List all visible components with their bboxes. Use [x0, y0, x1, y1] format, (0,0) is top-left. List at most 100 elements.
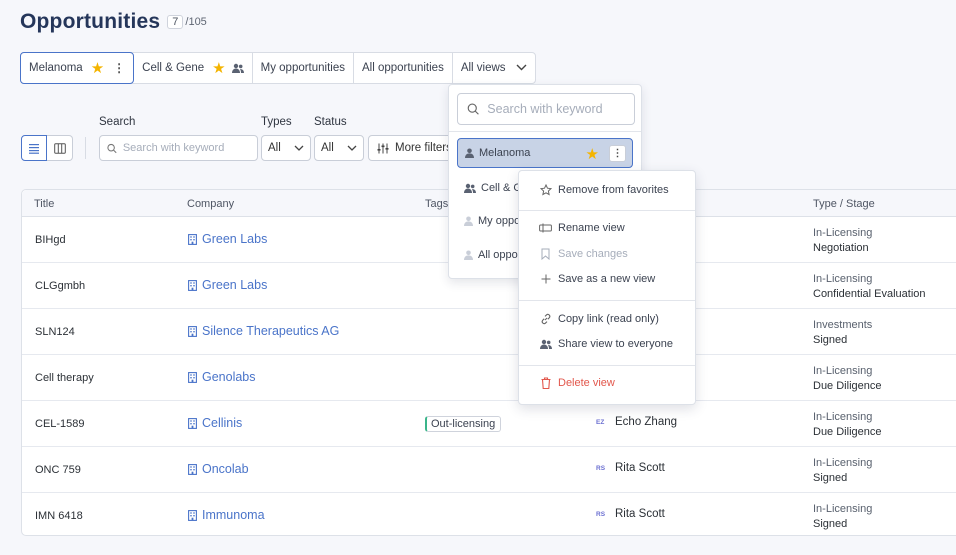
row-title: IMN 6418	[35, 510, 83, 522]
save-as-new-view-item[interactable]: Save as a new view	[539, 273, 655, 285]
row-title: BIHgd	[35, 234, 66, 246]
company-name: Immunoma	[202, 508, 265, 522]
row-type: In-Licensing	[813, 365, 873, 377]
all-views-dropdown[interactable]: All views	[453, 53, 535, 83]
search-input[interactable]	[122, 142, 257, 154]
share-view-item[interactable]: Share view to everyone	[539, 338, 673, 350]
menu-item-label: Share view to everyone	[558, 338, 673, 350]
more-filters-label: More filters	[395, 142, 452, 154]
star-icon[interactable]: ★	[91, 61, 104, 76]
menu-item-label: Rename view	[558, 222, 625, 234]
row-company-link[interactable]: Green Labs	[188, 278, 267, 292]
chevron-down-icon	[294, 145, 304, 151]
tab-label: Cell & Gene	[142, 62, 205, 74]
row-type: In-Licensing	[813, 273, 873, 285]
row-type: Investments	[813, 319, 873, 331]
kebab-menu-icon[interactable]: ⋮	[113, 61, 125, 75]
table-row[interactable]: ONC 759 Oncolab RS Rita Scott In-Licensing Si…	[22, 447, 956, 493]
status-select[interactable]: All	[314, 135, 364, 161]
star-icon[interactable]: ★	[586, 145, 599, 163]
table-row[interactable]: CEL-1589 Cellinis Out-licensing EZ Echo Zhan…	[22, 401, 956, 447]
tab-label: Melanoma	[29, 62, 83, 74]
user-icon	[465, 148, 474, 158]
save-changes-item[interactable]: Save changes	[539, 248, 628, 260]
page-title: Opportunities	[20, 10, 161, 33]
menu-item-label: Copy link (read only)	[558, 313, 659, 325]
column-type-stage[interactable]: Type / Stage	[813, 198, 875, 210]
list-view-button[interactable]	[21, 135, 47, 161]
plus-icon	[539, 274, 552, 284]
building-icon	[188, 233, 197, 245]
total-count: /105	[185, 16, 207, 28]
building-icon	[188, 463, 197, 475]
row-stage: Confidential Evaluation	[813, 288, 926, 300]
table-row[interactable]: SLN124 Silence Therapeutics AG Investments…	[22, 309, 956, 355]
view-item-melanoma[interactable]: Melanoma ★ ⋮	[457, 138, 633, 168]
row-type-stage: In-Licensing Confidential Evaluation	[813, 272, 926, 302]
company-name: Genolabs	[202, 370, 256, 384]
divider	[519, 210, 695, 211]
column-tags[interactable]: Tags	[425, 198, 448, 210]
kebab-menu-icon[interactable]: ⋮	[609, 145, 626, 162]
search-icon	[107, 143, 117, 153]
row-company-link[interactable]: Cellinis	[188, 416, 242, 430]
more-filters-button[interactable]: More filters	[368, 135, 453, 161]
company-name: Green Labs	[202, 232, 268, 246]
remove-from-favorites-item[interactable]: Remove from favorites	[539, 184, 669, 196]
row-company-link[interactable]: Genolabs	[188, 370, 256, 384]
types-label: Types	[261, 116, 292, 128]
tab-label: My opportunities	[260, 62, 345, 74]
user-icon	[464, 216, 473, 226]
row-company-link[interactable]: Silence Therapeutics AG	[188, 324, 339, 338]
row-type: In-Licensing	[813, 457, 873, 469]
column-title[interactable]: Title	[34, 198, 54, 210]
tab-my-opportunities[interactable]: My opportunities	[253, 53, 354, 83]
owner-name: Rita Scott	[615, 508, 665, 520]
tag-badge: Out-licensing	[425, 416, 502, 432]
row-type: In-Licensing	[813, 227, 873, 239]
tab-melanoma[interactable]: Melanoma ★ ⋮	[20, 52, 135, 84]
row-title: CLGgmbh	[35, 280, 86, 292]
menu-item-label: Remove from favorites	[558, 184, 669, 196]
building-icon	[188, 371, 197, 383]
divider	[85, 137, 86, 159]
row-stage: Signed	[813, 334, 848, 346]
tab-cell-gene[interactable]: Cell & Gene ★	[134, 53, 253, 83]
row-company-link[interactable]: Immunoma	[188, 508, 265, 522]
divider	[519, 300, 695, 301]
people-icon	[231, 63, 244, 73]
row-type-stage: In-Licensing Due Diligence	[813, 364, 881, 394]
tab-all-opportunities[interactable]: All opportunities	[354, 53, 453, 83]
avatar: RS	[596, 464, 606, 472]
people-icon	[464, 183, 476, 193]
row-stage: Negotiation	[813, 242, 869, 254]
row-company-link[interactable]: Oncolab	[188, 462, 249, 476]
owner-name: Rita Scott	[615, 462, 665, 474]
types-select[interactable]: All	[261, 135, 311, 161]
user-icon	[464, 250, 473, 260]
row-owner: RS Rita Scott	[596, 462, 665, 474]
layout-toggle	[21, 135, 73, 161]
building-icon	[188, 417, 197, 429]
table-row[interactable]: IMN 6418 Immunoma RS Rita Scott In-Licensing…	[22, 493, 956, 539]
link-icon	[539, 313, 552, 325]
star-icon[interactable]: ★	[212, 61, 225, 76]
view-tabs: Melanoma ★ ⋮ Cell & Gene ★ My opportunit…	[20, 52, 536, 84]
delete-view-item[interactable]: Delete view	[539, 377, 615, 389]
row-type-stage: Investments Signed	[813, 318, 872, 348]
column-company[interactable]: Company	[187, 198, 234, 210]
table-row[interactable]: Cell therapyGenolabsyIn-LicensingDue Dil…	[22, 355, 956, 401]
list-icon	[29, 143, 39, 154]
row-company-link[interactable]: Green Labs	[188, 232, 267, 246]
views-search-input[interactable]	[487, 102, 634, 116]
view-item-label: All oppo	[478, 249, 518, 261]
row-owner: EZ Echo Zhang	[596, 416, 677, 428]
tab-label: All views	[460, 62, 506, 74]
status-value: All	[321, 142, 334, 154]
views-search-field[interactable]	[457, 93, 635, 125]
rename-view-item[interactable]: Rename view	[539, 222, 625, 234]
search-field[interactable]	[99, 135, 258, 161]
status-label: Status	[314, 116, 347, 128]
copy-link-item[interactable]: Copy link (read only)	[539, 313, 659, 325]
board-view-button[interactable]	[47, 135, 73, 161]
